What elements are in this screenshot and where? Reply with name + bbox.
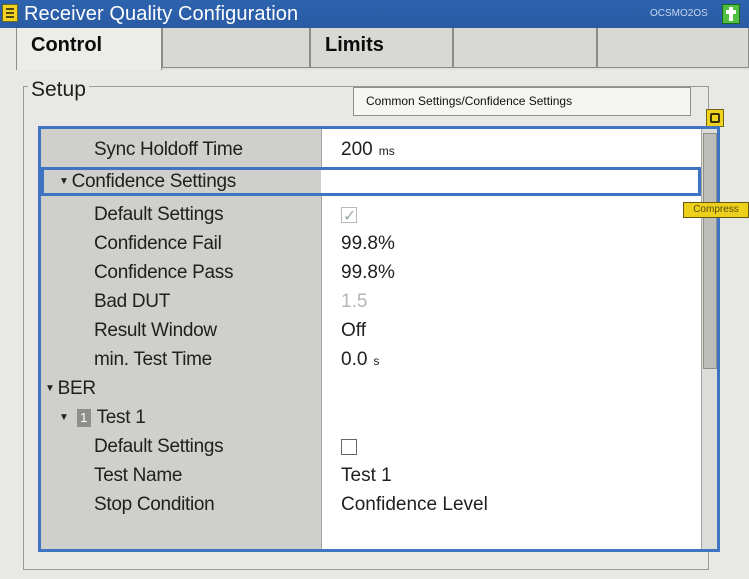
row-default-settings[interactable]: Default Settings ✓	[41, 200, 701, 229]
collapse-arrow-icon[interactable]: ▼	[59, 176, 69, 187]
window-title: Receiver Quality Configuration	[24, 3, 299, 25]
menu-icon[interactable]	[2, 4, 18, 22]
row-name: ▼ BER	[45, 374, 96, 406]
test-number-badge: 1	[76, 409, 91, 427]
row-name: Stop Condition	[94, 494, 215, 515]
row-value[interactable]: Confidence Level	[341, 490, 488, 519]
value-unit: ms	[378, 144, 395, 158]
row-name: ▼ 1 Test 1	[59, 403, 146, 435]
tab-limits[interactable]: Limits	[310, 28, 453, 68]
row-name-text: BER	[57, 378, 96, 399]
window-pin-button[interactable]	[722, 4, 740, 24]
vertical-scrollbar[interactable]	[701, 129, 717, 549]
tab-empty-1[interactable]	[162, 28, 310, 68]
collapse-arrow-icon[interactable]: ▼	[45, 383, 55, 394]
checkmark-icon: ✓	[343, 208, 357, 225]
compress-button[interactable]: Compress	[683, 202, 749, 218]
default-settings-checkbox[interactable]: ✓	[341, 207, 357, 225]
row-name-text: Confidence Settings	[71, 171, 237, 192]
row-name-text: Test 1	[96, 407, 146, 428]
setup-label: Setup	[28, 78, 89, 102]
row-stop-condition[interactable]: Stop Condition Confidence Level	[41, 490, 701, 519]
row-value[interactable]: 99.8%	[341, 229, 395, 258]
tab-control[interactable]: Control	[16, 28, 162, 70]
tab-control-label: Control	[31, 34, 103, 56]
row-value[interactable]: Test 1	[341, 461, 392, 490]
common-settings-path: Common Settings/Confidence Settings	[353, 87, 691, 116]
receiver-quality-window: Receiver Quality Configuration OCSMO2OS …	[0, 0, 749, 579]
title-bar: Receiver Quality Configuration OCSMO2OS	[0, 0, 749, 28]
row-name: Confidence Pass	[94, 262, 234, 283]
settings-tree-table: Sync Holdoff Time 200 ms ▼ Confidence Sett…	[38, 126, 720, 552]
row-value[interactable]: 0.0 s	[341, 345, 379, 376]
row-test-name[interactable]: Test Name Test 1	[41, 461, 701, 490]
row-confidence-fail[interactable]: Confidence Fail 99.8%	[41, 229, 701, 258]
tab-empty-3[interactable]	[597, 28, 749, 68]
row-name: Result Window	[94, 320, 217, 341]
row-value[interactable]: 99.8%	[341, 258, 395, 287]
expand-icon[interactable]	[706, 109, 724, 127]
row-name: min. Test Time	[94, 349, 212, 370]
row-value[interactable]	[341, 432, 357, 461]
row-ber[interactable]: ▼ BER	[41, 374, 701, 403]
collapse-arrow-icon[interactable]: ▼	[59, 412, 69, 423]
value-text: 200	[341, 139, 373, 160]
row-test-default-settings[interactable]: Default Settings	[41, 432, 701, 461]
row-confidence-pass[interactable]: Confidence Pass 99.8%	[41, 258, 701, 287]
row-value[interactable]: ✓	[341, 200, 357, 229]
tab-empty-2[interactable]	[453, 28, 597, 68]
window-code: OCSMO2OS	[650, 8, 708, 19]
row-min-test-time[interactable]: min. Test Time 0.0 s	[41, 345, 701, 374]
row-name: ▼ Confidence Settings	[59, 167, 236, 199]
row-value: 1.5	[341, 291, 368, 312]
row-name: Confidence Fail	[94, 233, 222, 254]
row-name: Bad DUT	[94, 291, 171, 312]
row-result-window[interactable]: Result Window Off	[41, 316, 701, 345]
row-sync-holdoff-time[interactable]: Sync Holdoff Time 200 ms	[41, 135, 701, 164]
row-test-1[interactable]: ▼ 1 Test 1	[41, 403, 701, 432]
scrollbar-thumb[interactable]	[703, 133, 717, 369]
tab-limits-label: Limits	[325, 34, 384, 56]
row-bad-dut[interactable]: Bad DUT 1.5	[41, 287, 701, 316]
row-name: Test Name	[94, 465, 183, 486]
test-default-settings-checkbox[interactable]	[341, 439, 357, 455]
row-value[interactable]: 200 ms	[341, 135, 395, 166]
row-name: Default Settings	[94, 204, 224, 225]
value-unit: s	[373, 354, 380, 368]
row-confidence-settings[interactable]: ▼ Confidence Settings	[41, 167, 701, 196]
row-name: Default Settings	[94, 436, 224, 457]
row-value[interactable]: Off	[341, 316, 366, 345]
row-name: Sync Holdoff Time	[94, 139, 243, 160]
value-text: 0.0	[341, 349, 368, 370]
tab-bar: Control Limits	[16, 28, 749, 70]
